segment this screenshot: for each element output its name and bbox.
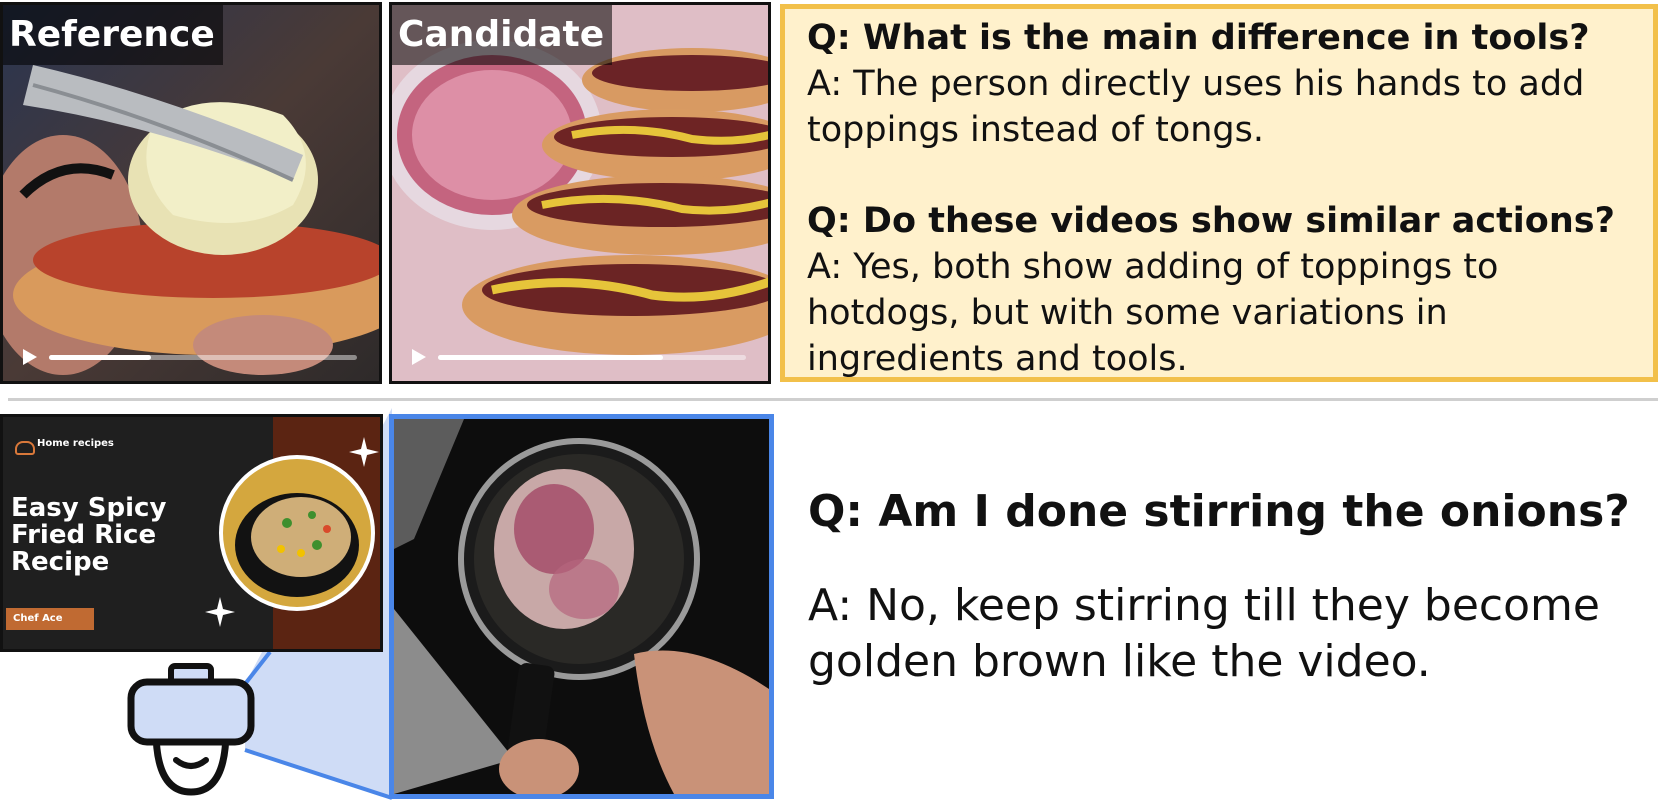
egocentric-camera-frame [389, 414, 774, 799]
vr-headset-user-icon [127, 663, 255, 796]
reference-video-controls [3, 337, 379, 381]
candidate-progress-fill [438, 355, 663, 360]
play-icon[interactable] [23, 349, 37, 365]
recipe-title: Easy Spicy Fried Rice Recipe [11, 493, 167, 577]
play-icon[interactable] [412, 349, 426, 365]
reference-label: Reference [3, 5, 223, 65]
onion-pan-image [394, 419, 769, 794]
candidate-label: Candidate [392, 5, 613, 65]
assist-question: Q: Am I done stirring the onions? [808, 486, 1630, 537]
reference-video[interactable]: Reference [0, 2, 382, 384]
reference-progress-fill [49, 355, 151, 360]
assist-answer: A: No, keep stirring till they become go… [808, 580, 1600, 687]
comparison-qa-box: Q: What is the main difference in tools?… [780, 4, 1658, 382]
question-1: Q: What is the main difference in tools? [807, 18, 1590, 58]
chef-hat-icon [15, 441, 35, 455]
answer-1: A: The person directly uses his hands to… [807, 64, 1585, 150]
recipe-video-thumbnail[interactable]: Home recipes Easy Spicy Fried Rice Recip… [0, 414, 383, 652]
reference-progress-bar[interactable] [49, 355, 357, 360]
answer-2: A: Yes, both show adding of toppings to … [807, 247, 1499, 379]
candidate-progress-bar[interactable] [438, 355, 746, 360]
chef-badge: Chef Ace [6, 608, 94, 630]
brand-label: Home recipes [37, 438, 114, 449]
fried-rice-photo [219, 455, 375, 611]
candidate-video[interactable]: Candidate [389, 2, 771, 384]
candidate-video-controls [392, 337, 768, 381]
section-divider [8, 398, 1658, 401]
chef-name: Chef Ace [13, 613, 63, 624]
question-2: Q: Do these videos show similar actions? [807, 201, 1615, 241]
